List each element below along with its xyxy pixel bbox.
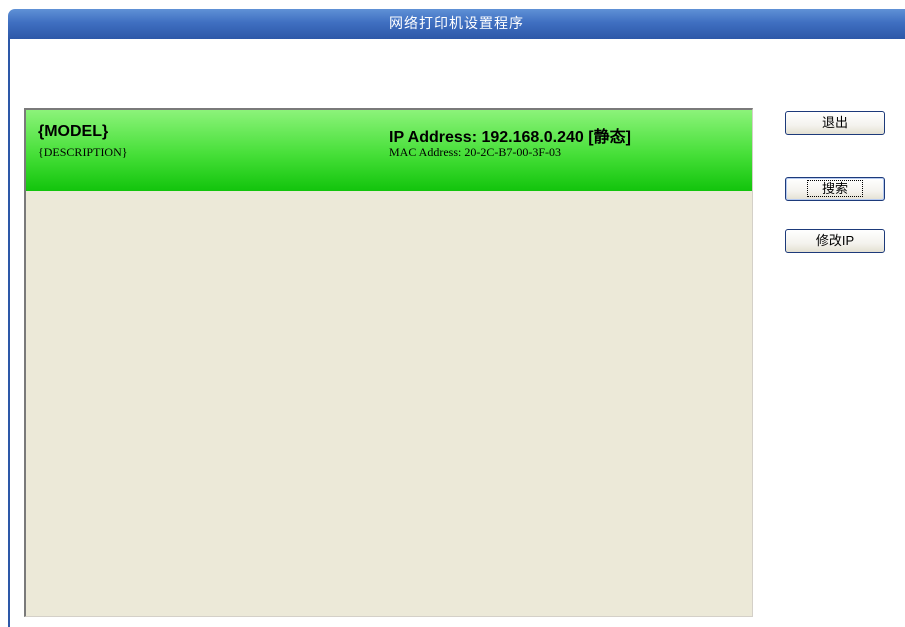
device-list[interactable]: {MODEL} {DESCRIPTION} IP Address: 192.16…	[24, 108, 753, 617]
title-bar[interactable]: 网络打印机设置程序	[8, 9, 905, 39]
window-title: 网络打印机设置程序	[389, 16, 524, 32]
device-mac-address: MAC Address: 20-2C-B7-00-3F-03	[389, 145, 562, 159]
search-button[interactable]: 搜索	[785, 177, 885, 201]
modify-ip-button[interactable]: 修改IP	[785, 229, 885, 253]
device-description: {DESCRIPTION}	[38, 145, 128, 159]
exit-button-label: 退出	[821, 115, 848, 130]
device-model: {MODEL}	[38, 123, 109, 140]
device-ip-address: IP Address: 192.168.0.240 [静态]	[389, 129, 631, 146]
search-button-label: 搜索	[806, 180, 863, 197]
exit-button[interactable]: 退出	[785, 111, 885, 135]
app-window: 网络打印机设置程序 {MODEL} {DESCRIPTION} IP Addre…	[0, 0, 905, 627]
device-list-item[interactable]: {MODEL} {DESCRIPTION} IP Address: 192.16…	[26, 110, 752, 191]
modify-ip-button-label: 修改IP	[815, 233, 855, 248]
